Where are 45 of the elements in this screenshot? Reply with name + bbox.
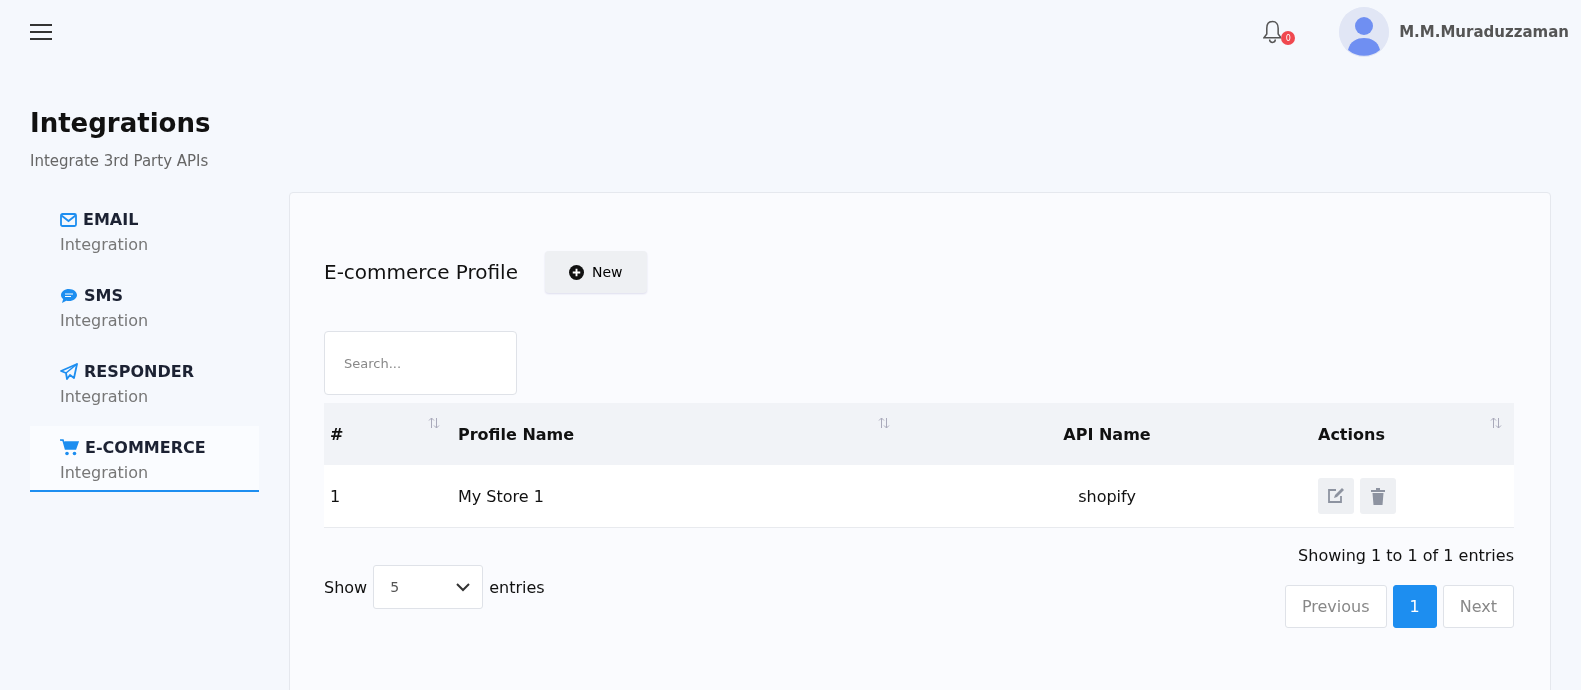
- table-cell: shopify: [902, 465, 1312, 528]
- user-name[interactable]: M.M.Muraduzzaman: [1399, 23, 1569, 41]
- sidebar-item[interactable]: SMS Integration: [30, 284, 259, 338]
- page-subtitle: Integrate 3rd Party APIs: [30, 152, 210, 170]
- chat-bubble-icon: [60, 287, 78, 304]
- sidebar-item[interactable]: E-COMMERCE Integration: [30, 426, 259, 492]
- sort-icon[interactable]: [1490, 417, 1502, 429]
- search-field[interactable]: Search...: [324, 331, 517, 395]
- sort-icon[interactable]: [428, 417, 440, 429]
- column-header[interactable]: API Name: [902, 403, 1312, 465]
- page-title: Integrations: [30, 108, 212, 138]
- show-label: Show: [324, 577, 368, 597]
- panel-title: E-commerce Profile: [324, 260, 518, 284]
- page-size-select[interactable]: 5: [373, 565, 484, 609]
- column-header[interactable]: Profile Name: [452, 403, 902, 465]
- trash-icon: [1371, 487, 1385, 505]
- envelope-icon: [60, 212, 77, 227]
- sidebar-item[interactable]: RESPONDER Integration: [30, 360, 259, 414]
- sidebar-item-sublabel: Integration: [60, 387, 149, 406]
- sidebar-item-label: EMAIL: [83, 210, 139, 229]
- chevron-down-icon: [456, 582, 471, 592]
- entries-label: entries: [489, 577, 545, 597]
- sidebar-item[interactable]: EMAIL Integration: [30, 208, 259, 262]
- sidebar-item-sublabel: Integration: [60, 311, 149, 330]
- sidebar-item-sublabel: Integration: [60, 463, 149, 482]
- sidebar-item-label: SMS: [84, 286, 123, 305]
- sidebar-item-label: RESPONDER: [84, 362, 195, 381]
- notification-badge: 0: [1281, 31, 1296, 45]
- table-cell: 1: [324, 465, 452, 528]
- entries-info: Showing 1 to 1 of 1 entries: [1298, 546, 1514, 565]
- new-button[interactable]: New: [545, 251, 647, 293]
- column-header[interactable]: #: [324, 403, 452, 465]
- edit-icon: [1327, 488, 1345, 504]
- paper-plane-icon: [60, 363, 78, 380]
- menu-icon[interactable]: [30, 24, 52, 40]
- bell-icon[interactable]: [1263, 19, 1282, 45]
- delete-button[interactable]: [1360, 478, 1396, 514]
- sidebar-item-sublabel: Integration: [60, 235, 149, 254]
- edit-button[interactable]: [1318, 478, 1354, 514]
- sort-icon[interactable]: [878, 417, 890, 429]
- column-header[interactable]: Actions: [1312, 403, 1514, 465]
- sidebar-item-label: E-COMMERCE: [85, 438, 206, 457]
- plus-circle-icon: [569, 264, 584, 280]
- table-cell: My Store 1: [452, 465, 902, 528]
- cart-icon: [60, 439, 79, 456]
